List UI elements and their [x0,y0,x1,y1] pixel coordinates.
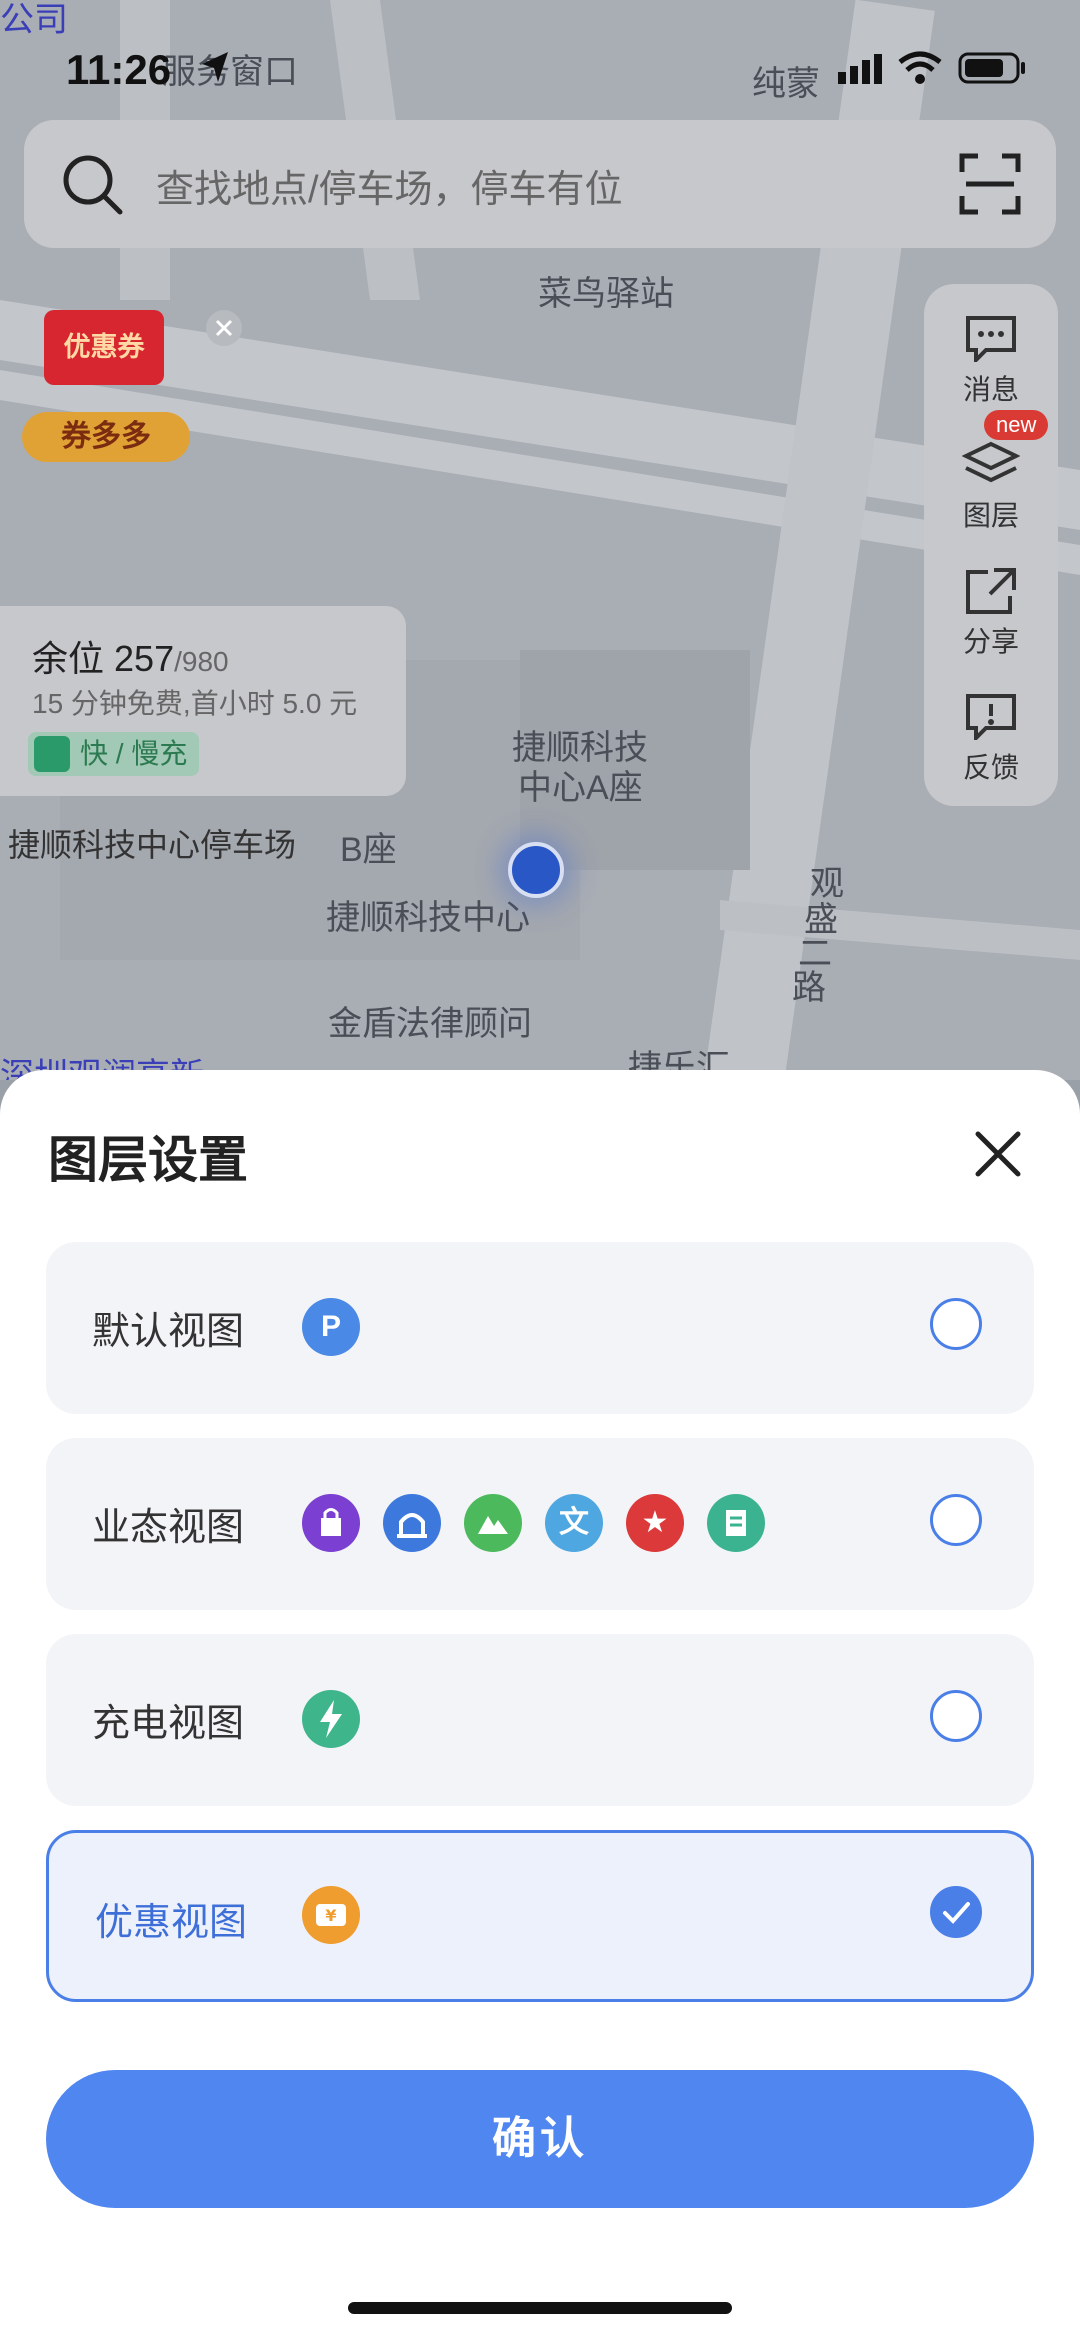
charging-chip: 快 / 慢充 [28,732,200,776]
sheet-title: 图层设置 [48,1132,248,1188]
side-toolbar: 消息 图层 分享 反馈 [924,284,1058,806]
check-icon [943,1902,970,1924]
coupon-icon: ¥ [302,1886,360,1944]
option-label: 优惠视图 [95,1902,248,1944]
option-charging-view[interactable]: 充电视图 [46,1634,1034,1806]
map-label: B座 [340,831,397,869]
search-input[interactable]: 查找地点/停车场，停车有位 [156,158,623,213]
document-icon [707,1494,765,1552]
culture-icon: 文 [545,1494,603,1552]
map-label: 路 [792,969,826,1007]
map-label: 中心A座 [518,769,643,807]
mountain-icon [464,1494,522,1552]
wifi-icon [898,51,942,84]
tool-feedback[interactable]: 反馈 [924,692,1058,786]
tool-layers[interactable]: 图层 [924,440,1058,534]
option-label: 默认视图 [92,1311,245,1353]
tool-label: 分享 [962,626,1019,657]
total-count: /980 [174,646,229,677]
parking-lot-label[interactable]: 捷顺科技中心停车场 [8,820,296,866]
pricing-desc: 15 分钟免费,首小时 5.0 元 [32,688,358,719]
tool-label: 消息 [962,374,1019,405]
coupon-promo[interactable]: 优惠券 券多多 [20,300,190,465]
search-bar[interactable]: 查找地点/停车场，停车有位 [24,120,1056,248]
option-label: 充电视图 [92,1703,245,1745]
option-discount-view[interactable]: 优惠视图 ¥ [46,1830,1034,2002]
scan-icon[interactable] [958,152,1022,216]
charging-bolt-icon [34,736,70,772]
option-business-view[interactable]: 业态视图 文 ★ [46,1438,1034,1610]
tool-label: 反馈 [962,752,1019,783]
home-indicator[interactable] [348,2302,732,2314]
transit-icon [383,1494,441,1552]
svg-text:¥: ¥ [325,1906,336,1925]
status-bar: 11:26 [0,40,1080,100]
shopping-bag-icon [302,1494,360,1552]
feedback-icon [966,694,1016,740]
option-label: 业态视图 [92,1507,245,1549]
map-label: 金盾法律顾问 [328,1005,532,1043]
tool-share[interactable]: 分享 [924,566,1058,660]
chip-label: 快 / 慢充 [80,738,188,769]
coupon-more-button[interactable]: 券多多 [22,412,190,462]
close-promo-icon[interactable] [204,308,244,348]
location-arrow-icon [202,52,228,82]
coupon-tag: 优惠券 [44,310,164,385]
confirm-button[interactable]: 确认 [46,2070,1034,2208]
option-radio-checked[interactable] [930,1886,982,1938]
battery-icon [958,52,1025,84]
layers-icon [962,441,1020,483]
option-radio[interactable] [930,1298,982,1350]
option-default-view[interactable]: 默认视图 P [46,1242,1034,1414]
parking-info-card[interactable]: 余位 257/980 15 分钟免费,首小时 5.0 元 快 / 慢充 [0,606,406,796]
map-label: 捷顺科技中心 [326,899,530,937]
signal-icon [838,54,882,84]
message-icon [966,316,1016,362]
avail-label: 余位 [32,638,105,679]
layer-settings-sheet: 图层设置 默认视图 P 业态视图 文 ★ 充电视图 优惠视图 ¥ 确认 [0,1070,1080,2337]
parking-icon: P [302,1298,360,1356]
option-radio[interactable] [930,1690,982,1742]
new-badge: new [984,410,1049,440]
status-time: 11:26 [66,46,172,93]
available-spaces: 余位 257/980 [32,630,229,682]
current-location-marker [508,842,564,898]
search-icon [63,155,123,215]
map-label: 菜鸟驿站 [538,275,674,313]
tool-message[interactable]: 消息 [924,314,1058,408]
star-icon: ★ [626,1494,684,1552]
avail-count: 257 [114,638,175,679]
charging-bolt-icon [302,1690,360,1748]
tool-label: 图层 [962,500,1019,531]
close-icon[interactable] [966,1122,1030,1186]
map-label: 公司 [0,1,68,39]
option-radio[interactable] [930,1494,982,1546]
share-icon [966,568,1016,614]
